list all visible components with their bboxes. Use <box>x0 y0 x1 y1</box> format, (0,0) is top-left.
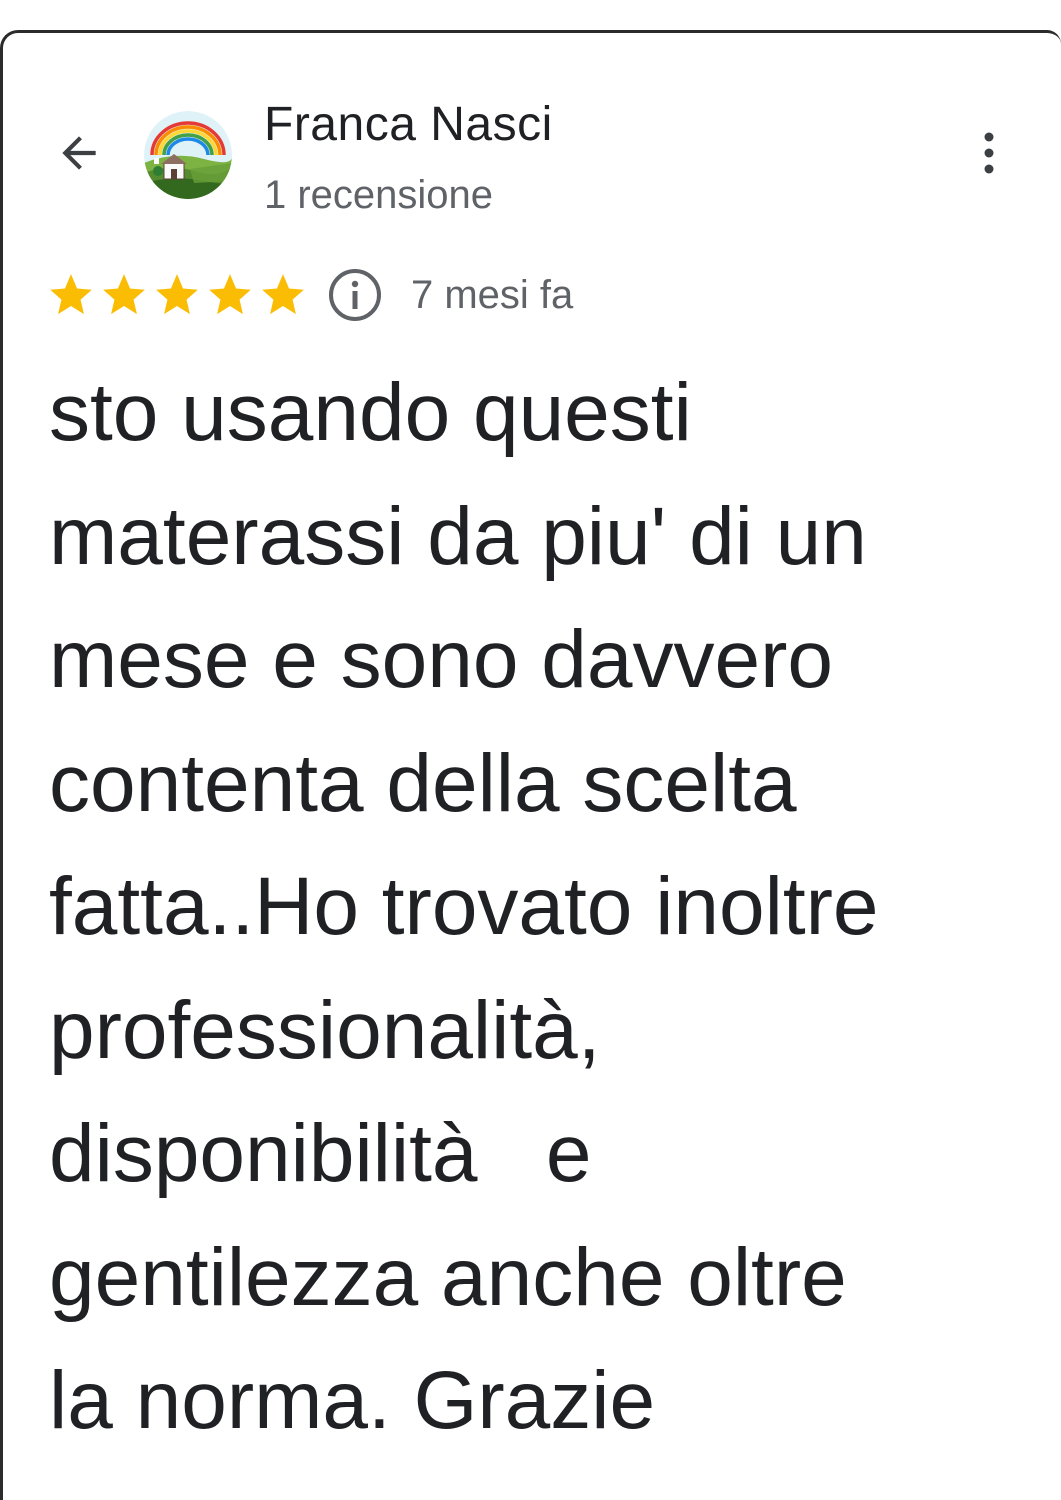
star-icon <box>209 274 251 315</box>
arrow-back-icon <box>62 136 96 170</box>
reviewer-avatar[interactable] <box>144 111 232 199</box>
review-text-line: materassi da piu' di un <box>49 490 867 582</box>
review-date: 7 mesi fa <box>411 272 574 317</box>
more-options-button[interactable] <box>963 125 1015 181</box>
star-rating <box>45 270 310 320</box>
reviewer-name[interactable]: Franca Nasci <box>264 97 553 152</box>
star-icon <box>156 274 198 315</box>
review-text-line: disponibilità e <box>49 1108 592 1199</box>
review-text-line: gentilezza anche oltre <box>49 1231 847 1323</box>
back-button[interactable] <box>49 125 109 181</box>
star-icon <box>50 274 92 315</box>
star-icon <box>103 274 145 315</box>
review-card: Franca Nasci 1 recensione 7 mesi fa sto … <box>0 30 1061 1500</box>
review-text-line: fatta..Ho trovato inoltre <box>49 861 879 952</box>
info-icon[interactable] <box>327 267 383 323</box>
star-icon <box>262 274 304 315</box>
rainbow-landscape-avatar <box>144 111 232 199</box>
screen-top-edge <box>0 0 1061 34</box>
review-text-line: la norma. Grazie <box>49 1355 656 1446</box>
review-text-line: contenta della scelta <box>49 737 797 829</box>
review-text-line: professionalità, <box>49 984 601 1076</box>
review-text-line: mese e sono davvero <box>49 614 834 705</box>
review-text: sto usando questi materassi da piu' di u… <box>49 351 1039 1463</box>
review-count: 1 recensione <box>264 173 494 217</box>
rating-row: 7 mesi fa <box>45 267 573 323</box>
review-text-line: sto usando questi <box>49 367 692 458</box>
more-vert-icon <box>984 132 994 174</box>
